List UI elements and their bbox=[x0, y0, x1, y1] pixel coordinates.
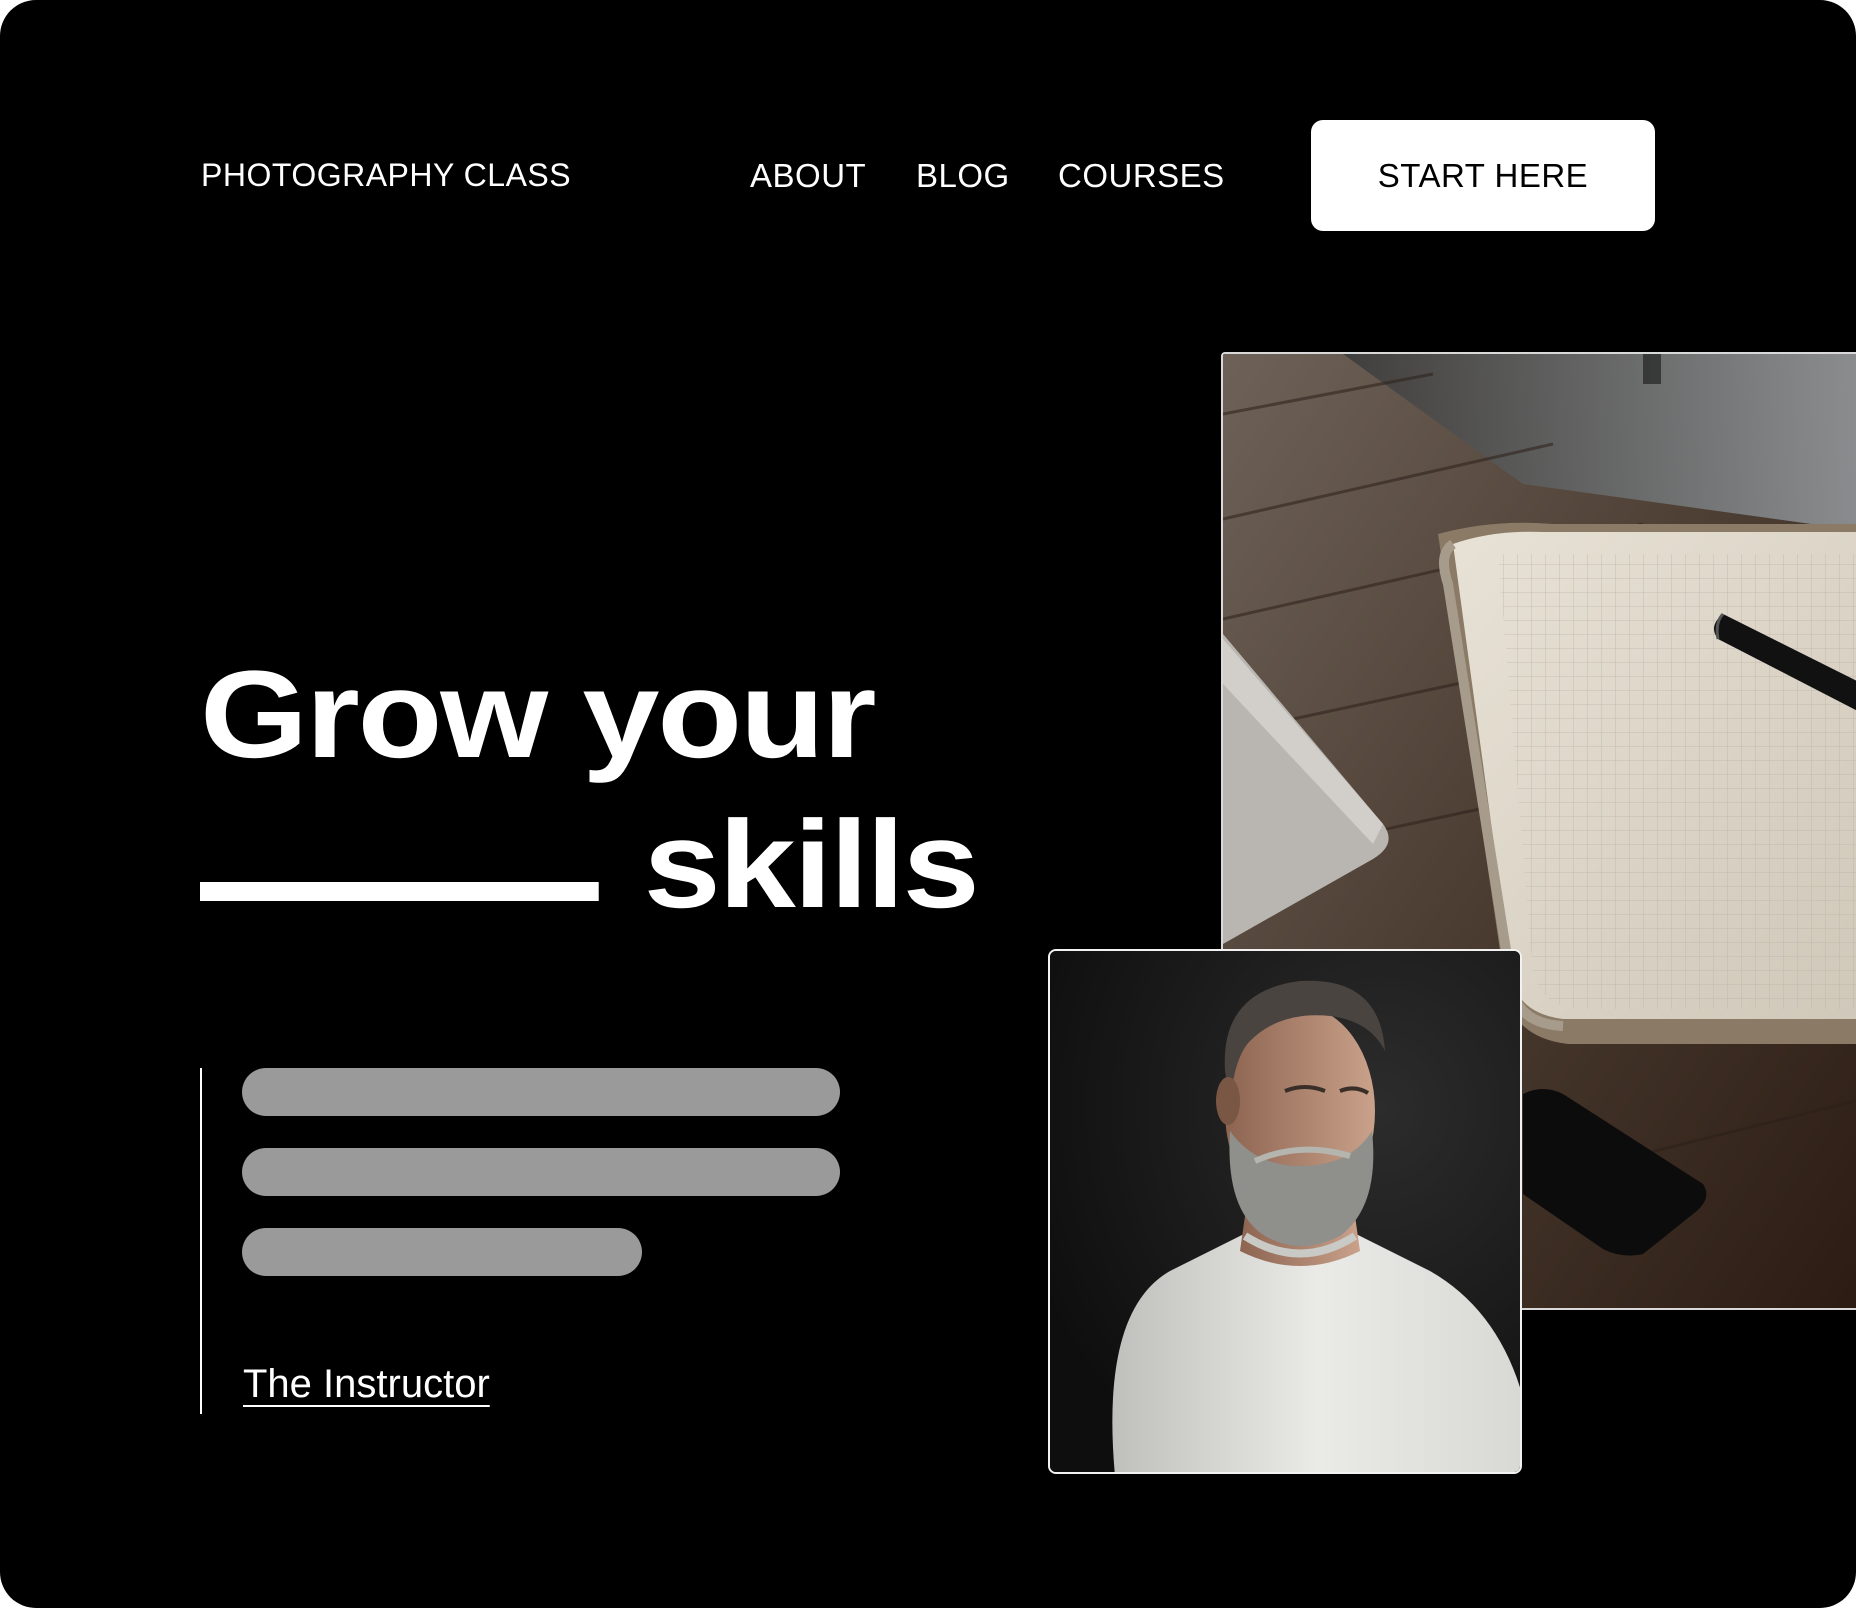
instructor-link[interactable]: The Instructor bbox=[243, 1362, 490, 1407]
hero-title-skills: skills bbox=[643, 796, 980, 934]
page-frame: PHOTOGRAPHY CLASS ABOUT BLOG COURSES STA… bbox=[0, 0, 1856, 1608]
nav-blog[interactable]: BLOG bbox=[916, 157, 1010, 195]
quote-accent-bar bbox=[200, 1068, 202, 1414]
brand-logo-text[interactable]: PHOTOGRAPHY CLASS bbox=[201, 157, 571, 194]
text-placeholder-line-1 bbox=[242, 1068, 840, 1116]
title-blank-underline bbox=[200, 882, 599, 901]
nav-about[interactable]: ABOUT bbox=[750, 157, 866, 195]
text-placeholder-line-3 bbox=[242, 1228, 642, 1276]
hero-title: Grow your skills bbox=[200, 640, 980, 940]
instructor-portrait bbox=[1048, 949, 1522, 1474]
start-here-button[interactable]: START HERE bbox=[1311, 120, 1655, 231]
nav-courses[interactable]: COURSES bbox=[1058, 157, 1225, 195]
text-placeholder-line-2 bbox=[242, 1148, 840, 1196]
hero-title-line-1: Grow your bbox=[200, 646, 877, 784]
hero-title-line-2: skills bbox=[200, 790, 980, 940]
portrait-illustration bbox=[1050, 951, 1520, 1472]
